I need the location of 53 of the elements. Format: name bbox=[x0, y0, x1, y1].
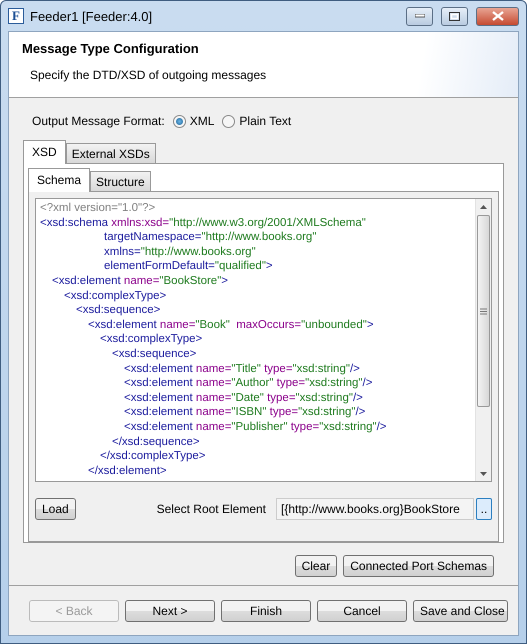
wizard-button[interactable]: Next > bbox=[125, 600, 215, 622]
code-line: </xsd:sequence> bbox=[111, 434, 201, 450]
root-element-label: Select Root Element bbox=[156, 502, 266, 516]
code-line: <xsd:element name="ISBN" type="xsd:string"/> bbox=[123, 405, 366, 420]
tab[interactable]: External XSDs bbox=[66, 143, 156, 163]
action-button[interactable]: Clear bbox=[294, 555, 338, 577]
scroll-down-icon[interactable] bbox=[480, 472, 487, 476]
code-line: </xsd:complexType> bbox=[99, 449, 206, 464]
vertical-scrollbar[interactable] bbox=[475, 199, 491, 481]
code-line: <xsd:element name="BookStore"> bbox=[51, 274, 230, 289]
tab[interactable]: Structure bbox=[90, 171, 151, 191]
close-button[interactable] bbox=[476, 6, 519, 26]
code-line: <xsd:sequence> bbox=[75, 303, 162, 318]
maximize-icon bbox=[449, 12, 460, 20]
code-line: <xsd:element name="Date" type="xsd:string"/> bbox=[123, 390, 364, 406]
code-line: <xsd:complexType> bbox=[63, 288, 168, 304]
code-line: <xsd:complexType> bbox=[99, 332, 204, 347]
code-line: targetNamespace="http://www.books.org" bbox=[103, 230, 318, 245]
wizard-button[interactable]: Finish bbox=[221, 600, 311, 622]
code-editor[interactable] bbox=[35, 198, 492, 482]
code-line: elementFormDefault="qualified"> bbox=[103, 259, 274, 274]
radio-button[interactable] bbox=[222, 114, 236, 128]
wizard-button[interactable]: Save and Close bbox=[413, 600, 508, 622]
root-element-field[interactable]: [{http://www.books.org}BookStore bbox=[276, 498, 474, 520]
grip-icon bbox=[480, 308, 487, 314]
page-title: Message Type Configuration bbox=[22, 41, 200, 56]
code-line: <xsd:element name="Title" type="xsd:string"/> bbox=[123, 362, 361, 376]
code-line: </xsd:element> bbox=[87, 464, 168, 478]
minimize-button[interactable] bbox=[406, 6, 433, 26]
page-description: Specify the DTD/XSD of outgoing messages bbox=[30, 68, 268, 82]
code-line: <?xml version="1.0"?> bbox=[40, 201, 156, 216]
code-line: <xsd:sequence> bbox=[111, 346, 198, 362]
action-button[interactable]: Connected Port Schemas bbox=[343, 555, 494, 577]
format-label: Output Message Format: bbox=[32, 114, 165, 128]
code-line: <xsd:element name="Publisher" type="xsd:string"/> bbox=[123, 420, 388, 434]
wizard-button[interactable]: Cancel bbox=[317, 600, 407, 622]
code-line: <xsd:schema xmlns:xsd="http://www.w3.org/2001/XMLSchema" bbox=[40, 216, 367, 230]
code-line: <xsd:element name="Author" type="xsd:string"/> bbox=[123, 376, 374, 391]
browse-button[interactable]: .. bbox=[476, 498, 492, 520]
tab[interactable]: Schema bbox=[28, 168, 90, 192]
minimize-icon bbox=[414, 14, 424, 18]
app-logo: F bbox=[8, 8, 24, 24]
close-icon bbox=[492, 11, 504, 21]
scroll-up-icon[interactable] bbox=[480, 204, 487, 208]
radio-label[interactable]: Plain Text bbox=[239, 114, 292, 128]
radio-button[interactable] bbox=[172, 114, 186, 128]
tab[interactable]: XSD bbox=[23, 140, 66, 164]
maximize-button[interactable] bbox=[441, 6, 468, 26]
radio-label[interactable]: XML bbox=[190, 114, 214, 128]
window-title: Feeder1 [Feeder:4.0] bbox=[30, 8, 154, 24]
code-line: <xsd:element name="Book" maxOccurs="unbounded"> bbox=[87, 318, 375, 332]
code-line: xmlns="http://www.books.org" bbox=[103, 244, 257, 260]
load-button[interactable]: Load bbox=[35, 498, 76, 520]
